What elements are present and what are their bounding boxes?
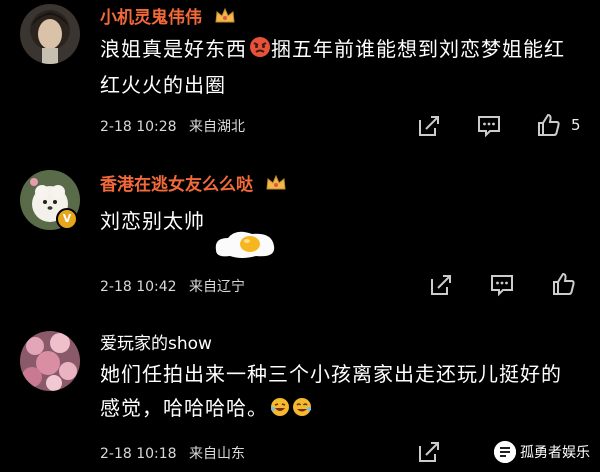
angry-face-emoji-icon [249,34,271,68]
location-label: 来自山东 [189,446,246,462]
avatar[interactable] [20,331,80,391]
laughing-face-emoji-icon [270,393,290,427]
comment-icon[interactable] [476,113,502,139]
comment-meta: 2-18 10:42 来自辽宁 [100,276,253,296]
location-label: 来自辽宁 [189,279,246,295]
comment-meta: 2-18 10:28 来自湖北 [100,116,253,136]
username[interactable]: 小机灵鬼伟伟 [100,3,236,30]
timestamp: 2-18 10:28 [100,119,177,135]
share-icon[interactable] [416,439,442,465]
comment-item-2: V 香港在逃女友么么哒 刘恋别太帅 2-18 10:42 来自辽宁 [0,150,600,315]
comment-text-part: 浪姐真是好东西 [100,37,247,61]
location-label: 来自湖北 [189,119,246,135]
crying-laughing-emoji-icon [292,393,312,427]
like-count: 5 [571,116,581,134]
comment-meta: 2-18 10:18 来自山东 [100,443,253,463]
thumbs-up-icon[interactable] [551,271,577,297]
crown-icon [265,174,287,197]
verified-badge-icon: V [56,208,78,230]
comment-item-1: 小机灵鬼伟伟 浪姐真是好东西 捆五年前谁能想到刘恋梦姐能红红火火的出圈 2-18 … [0,0,600,150]
crown-icon [214,7,236,30]
timestamp: 2-18 10:18 [100,446,177,462]
username-label: 小机灵鬼伟伟 [100,8,202,28]
username[interactable]: 香港在逃女友么么哒 [100,170,287,197]
avatar[interactable] [20,4,80,64]
thumbs-up-icon[interactable] [536,112,562,138]
username-label: 香港在逃女友么么哒 [100,175,253,195]
timestamp: 2-18 10:42 [100,279,177,295]
username-label: 爱玩家的show [100,334,212,354]
comment-text: 浪姐真是好东西 捆五年前谁能想到刘恋梦姐能红红火火的出圈 [100,32,580,102]
share-icon[interactable] [416,113,442,139]
username[interactable]: 爱玩家的show [100,329,212,354]
comment-text: 她们任拍出来一种三个小孩离家出走还玩儿挺好的感觉，哈哈哈哈。 [100,357,580,427]
toutiao-logo-icon [494,441,516,463]
watermark: 孤勇者娱乐 [494,441,590,463]
comment-text-part: 她们任拍出来一种三个小孩离家出走还玩儿挺好的感觉，哈哈哈哈。 [100,362,562,420]
comment-icon[interactable] [489,272,515,298]
comment-text: 刘恋别太帅 [100,209,205,233]
fried-egg-sticker-icon [212,226,278,264]
watermark-text: 孤勇者娱乐 [520,445,590,461]
share-icon[interactable] [428,272,454,298]
